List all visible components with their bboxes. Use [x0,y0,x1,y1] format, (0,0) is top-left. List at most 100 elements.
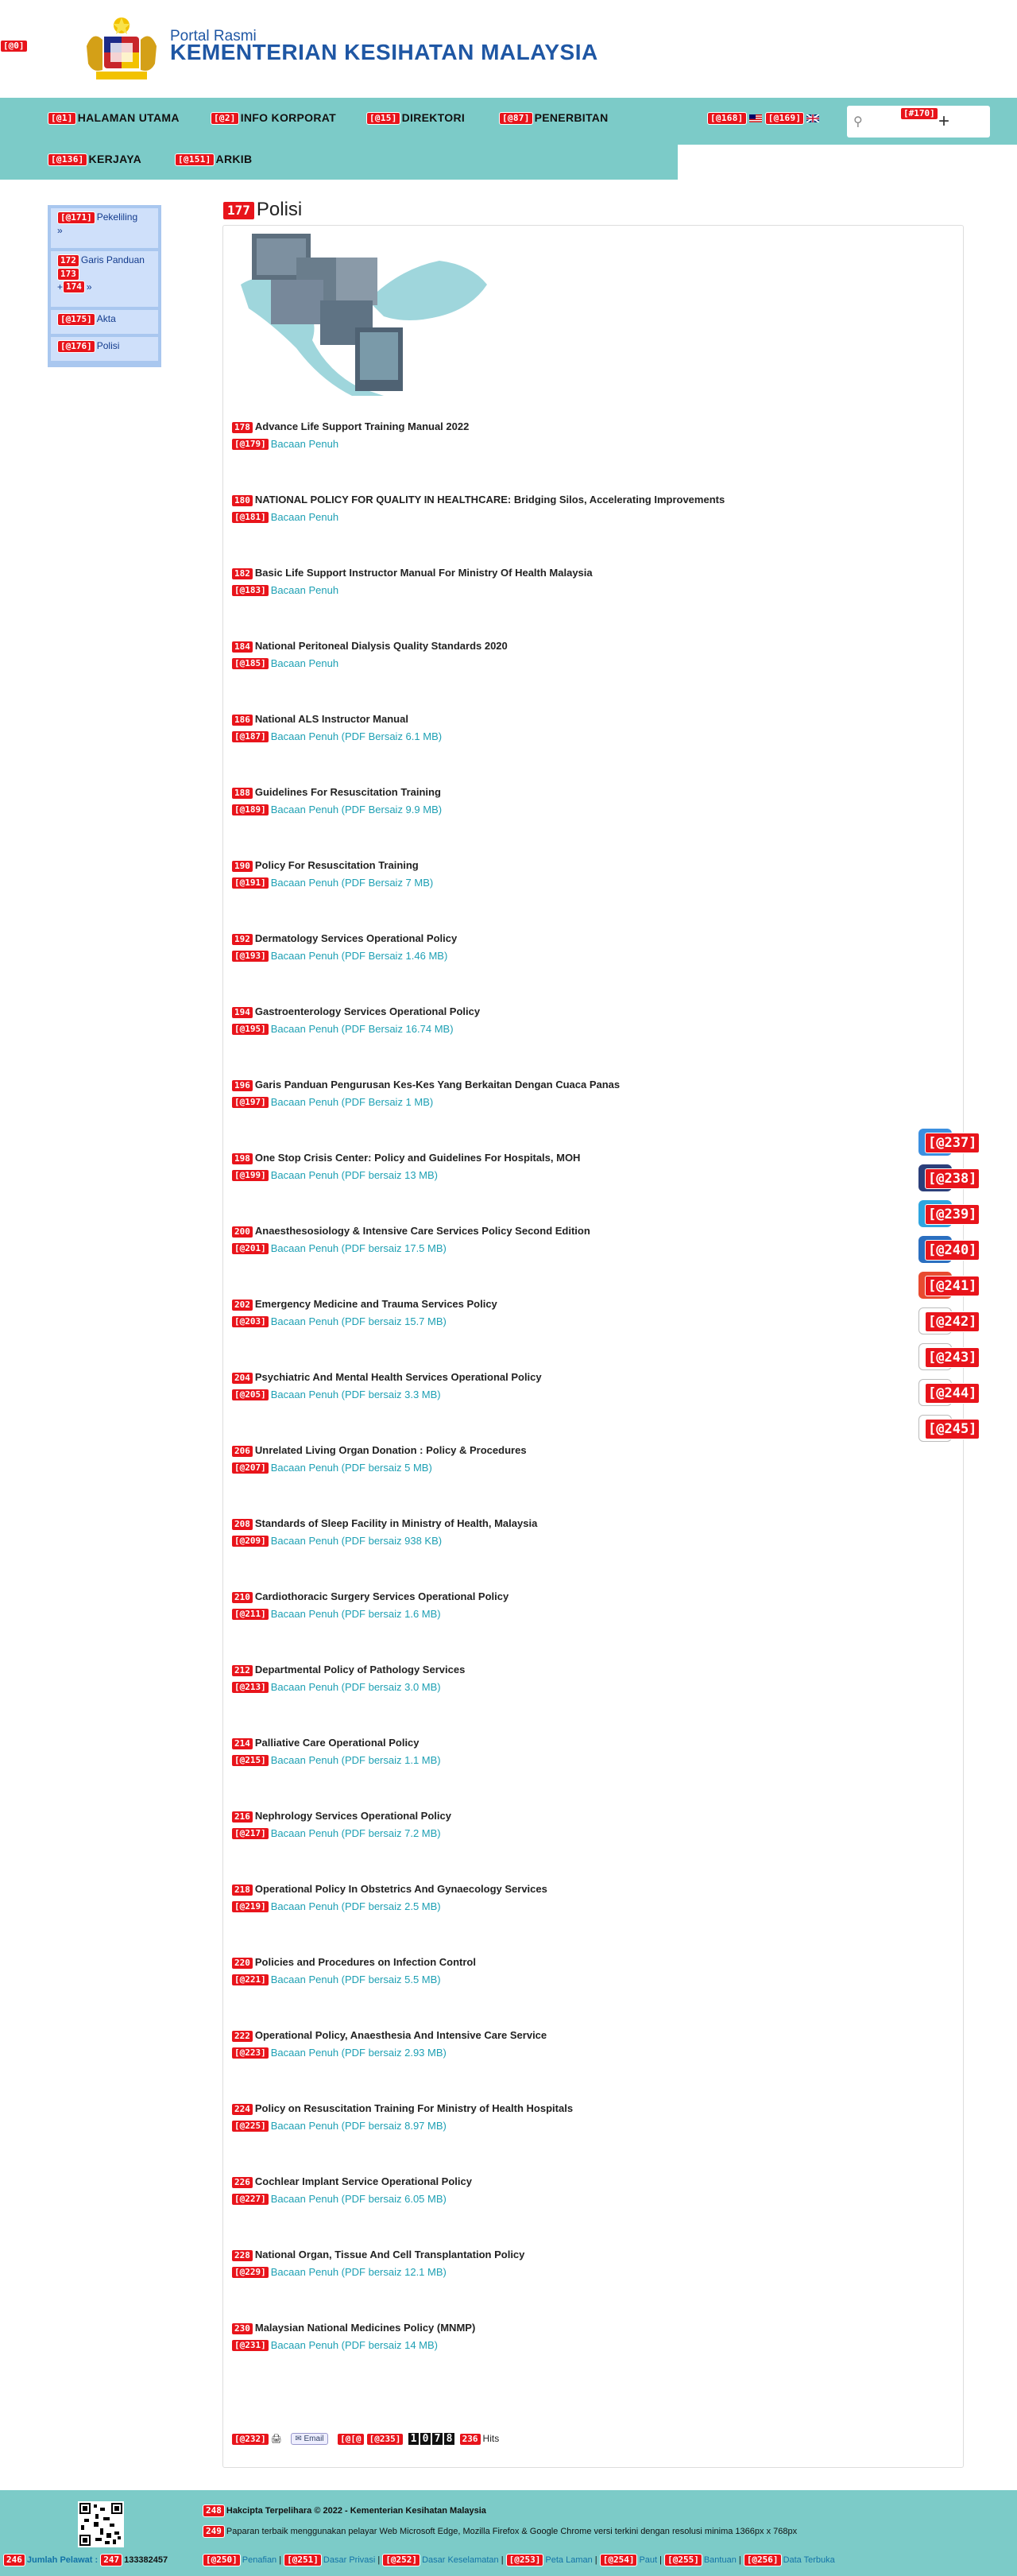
policy-link-tag[interactable]: [@201] [231,1242,269,1255]
policy-link-tag[interactable]: [@197] [231,1095,269,1109]
nav-kerjaya[interactable]: [@136] KERJAYA [48,153,141,167]
search-plus-icon[interactable]: + [938,110,949,133]
read-full-link[interactable]: Bacaan Penuh (PDF Bersaiz 1 MB) [271,1096,433,1108]
policy-link-tag[interactable]: [@221] [231,1973,269,1986]
policy-link-tag[interactable]: [@189] [231,803,269,816]
policy-item: 210 Cardiothoracic Surgery Services Opera… [231,1588,946,1623]
share-tag[interactable]: [@[@ [337,2432,365,2446]
social-share-tag[interactable]: [@243] [925,1347,980,1368]
sidebar-item-akta[interactable]: [@175] Akta [51,310,158,334]
policy-link-tag[interactable]: [@183] [231,583,269,597]
policy-link-tag[interactable]: [@211] [231,1607,269,1621]
read-full-link[interactable]: Bacaan Penuh (PDF bersaiz 17.5 MB) [271,1242,447,1254]
social-share-tag[interactable]: [@245] [925,1419,980,1439]
footer-link[interactable]: | [@254] Paut [593,2554,657,2566]
policy-link-tag[interactable]: [@199] [231,1168,269,1182]
nav-halaman-utama[interactable]: [@1] HALAMAN UTAMA [48,111,180,126]
policy-link-tag[interactable]: [@203] [231,1315,269,1328]
social-share-tag[interactable]: [@241] [925,1276,980,1296]
policy-link-tag[interactable]: [@191] [231,876,269,889]
sidebar-item-polisi[interactable]: [@176] Polisi [51,337,158,361]
social-share-tag[interactable]: [@239] [925,1204,980,1225]
policy-tag: 198 [231,1152,253,1165]
policy-link-tag[interactable]: [@207] [231,1461,269,1474]
policy-link-tag[interactable]: [@195] [231,1022,269,1036]
policy-link-tag[interactable]: [@213] [231,1680,269,1694]
read-full-link[interactable]: Bacaan Penuh (PDF bersaiz 15.7 MB) [271,1315,447,1327]
nav-direktori[interactable]: [@15] DIREKTORI [366,111,465,126]
read-full-link[interactable]: Bacaan Penuh (PDF bersaiz 3.3 MB) [271,1389,441,1400]
policy-link-tag[interactable]: [@223] [231,2046,269,2059]
policy-link-tag[interactable]: [@205] [231,1388,269,1401]
read-full-link[interactable]: Bacaan Penuh (PDF bersaiz 12.1 MB) [271,2266,447,2278]
read-full-link[interactable]: Bacaan Penuh (PDF bersaiz 14 MB) [271,2339,438,2351]
search-input-tag[interactable]: [#170] [900,107,938,120]
policy-link-tag[interactable]: [@185] [231,657,269,670]
read-full-link[interactable]: Bacaan Penuh (PDF bersaiz 2.93 MB) [271,2047,447,2059]
email-button[interactable]: ✉ Email [291,2433,328,2446]
malaysia-flag-icon[interactable] [748,114,762,123]
lang-ms-tag[interactable]: [@168] [707,112,747,126]
share-tag-2[interactable]: [@235] [365,2432,404,2446]
uk-flag-icon[interactable] [806,114,820,123]
social-share-tag[interactable]: [@237] [925,1133,980,1153]
read-full-link[interactable]: Bacaan Penuh (PDF bersaiz 938 KB) [271,1535,442,1547]
read-full-link[interactable]: Bacaan Penuh (PDF bersaiz 5 MB) [271,1462,432,1474]
read-full-link[interactable]: Bacaan Penuh (PDF bersaiz 5.5 MB) [271,1974,441,1985]
coat-of-arms-logo[interactable] [82,14,161,83]
social-share-tag[interactable]: [@242] [925,1311,980,1332]
read-full-link[interactable]: Bacaan Penuh (PDF Bersaiz 16.74 MB) [271,1023,454,1035]
social-share-tag[interactable]: [@238] [925,1168,980,1189]
read-full-link[interactable]: Bacaan Penuh (PDF bersaiz 3.0 MB) [271,1681,441,1693]
footer-link[interactable]: | [@252] Dasar Keselamatan [375,2554,499,2566]
read-full-link[interactable]: Bacaan Penuh (PDF bersaiz 2.5 MB) [271,1900,441,1912]
footer-link[interactable]: | [@255] Bantuan [657,2554,737,2566]
policy-link-tag[interactable]: [@179] [231,437,269,451]
language-switch[interactable]: [@168] [@169] [707,111,820,126]
policy-link-tag[interactable]: [@229] [231,2265,269,2279]
policy-link-tag[interactable]: [@215] [231,1753,269,1767]
ministry-name[interactable]: KEMENTERIAN KESIHATAN MALAYSIA [170,40,598,65]
read-full-link[interactable]: Bacaan Penuh (PDF bersaiz 1.6 MB) [271,1608,441,1620]
read-full-link[interactable]: Bacaan Penuh [271,511,338,523]
hits-digit: 0 [420,2433,431,2446]
policy-item: 224 Policy on Resuscitation Training For … [231,2100,946,2135]
policy-link-row: [@185] Bacaan Penuh [231,655,946,672]
footer-link[interactable]: | [@251] Dasar Privasi [276,2554,375,2566]
read-full-link[interactable]: Bacaan Penuh [271,438,338,450]
nav-arkib[interactable]: [@151] ARKIB [175,153,252,167]
read-full-link[interactable]: Bacaan Penuh (PDF bersaiz 6.05 MB) [271,2193,447,2205]
read-full-link[interactable]: Bacaan Penuh (PDF bersaiz 1.1 MB) [271,1754,441,1766]
print-icon[interactable]: 🖨 [271,2435,282,2444]
footer-link[interactable]: | [@253] Peta Laman [499,2554,593,2566]
social-share-tag[interactable]: [@240] [925,1240,980,1261]
social-share-tag[interactable]: [@244] [925,1383,980,1404]
sidebar-item-pekeliling[interactable]: [@171] Pekeliling» [51,208,158,248]
read-full-link[interactable]: Bacaan Penuh [271,657,338,669]
read-full-link[interactable]: Bacaan Penuh (PDF Bersaiz 7 MB) [271,877,433,889]
nav-penerbitan[interactable]: [@87] PENERBITAN [499,111,609,126]
read-full-link[interactable]: Bacaan Penuh (PDF bersaiz 7.2 MB) [271,1827,441,1839]
policy-link-tag[interactable]: [@193] [231,949,269,963]
policy-link-tag[interactable]: [@209] [231,1534,269,1548]
read-full-link[interactable]: Bacaan Penuh (PDF bersaiz 13 MB) [271,1169,438,1181]
policy-link-tag[interactable]: [@217] [231,1826,269,1840]
nav-info-korporat[interactable]: [@2] INFO KORPORAT [211,111,336,126]
read-full-link[interactable]: Bacaan Penuh (PDF Bersaiz 6.1 MB) [271,730,442,742]
print-tag[interactable]: [@232] [231,2432,269,2446]
policy-link-tag[interactable]: [@181] [231,510,269,524]
read-full-link[interactable]: Bacaan Penuh (PDF bersaiz 8.97 MB) [271,2120,447,2132]
policy-link-tag[interactable]: [@231] [231,2338,269,2352]
policy-link-tag[interactable]: [@227] [231,2192,269,2206]
footer-link[interactable]: | [@256] Data Terbuka [737,2554,835,2566]
read-full-link[interactable]: Bacaan Penuh [271,584,338,596]
read-full-link[interactable]: Bacaan Penuh (PDF Bersaiz 1.46 MB) [271,950,448,962]
policy-link-tag[interactable]: [@187] [231,730,269,743]
footer-link[interactable]: [@250] Penafian [203,2554,276,2566]
policy-link-tag[interactable]: [@225] [231,2119,269,2132]
policy-link-tag[interactable]: [@219] [231,1900,269,1913]
sidebar-item-garis-panduan[interactable]: 172 Garis Panduan 173 +174» [51,251,158,307]
policy-item: 194 Gastroenterology Services Operational… [231,1003,946,1038]
read-full-link[interactable]: Bacaan Penuh (PDF Bersaiz 9.9 MB) [271,804,442,815]
lang-en-tag[interactable]: [@169] [764,112,805,126]
